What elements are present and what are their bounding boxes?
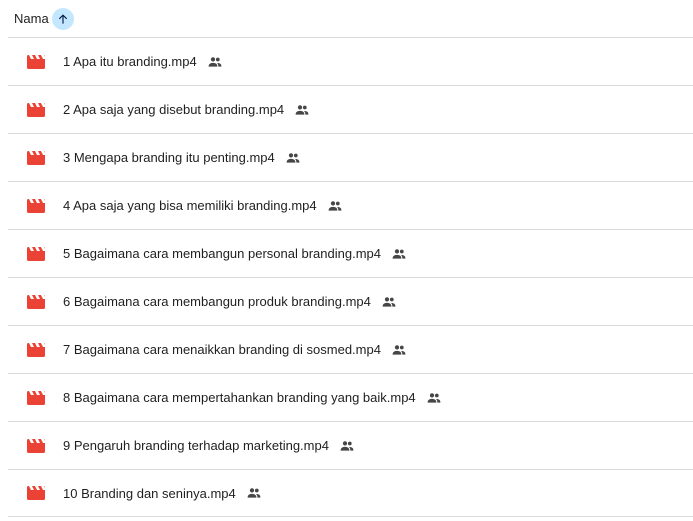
file-name[interactable]: 9 Pengaruh branding terhadap marketing.m… bbox=[63, 438, 329, 453]
file-name[interactable]: 1 Apa itu branding.mp4 bbox=[63, 54, 197, 69]
file-name[interactable]: 3 Mengapa branding itu penting.mp4 bbox=[63, 150, 275, 165]
file-row[interactable]: 7 Bagaimana cara menaikkan branding di s… bbox=[8, 325, 693, 373]
file-name[interactable]: 8 Bagaimana cara mempertahankan branding… bbox=[63, 390, 416, 405]
video-file-icon bbox=[27, 150, 45, 165]
file-row[interactable]: 10 Branding dan seninya.mp4 bbox=[8, 469, 693, 517]
video-file-icon bbox=[27, 246, 45, 261]
people-icon bbox=[426, 390, 442, 406]
people-icon bbox=[327, 198, 343, 214]
file-name[interactable]: 2 Apa saja yang disebut branding.mp4 bbox=[63, 102, 284, 117]
file-name[interactable]: 6 Bagaimana cara membangun produk brandi… bbox=[63, 294, 371, 309]
people-icon bbox=[391, 342, 407, 358]
file-list: 1 Apa itu branding.mp4 2 Apa saja yang di… bbox=[0, 37, 693, 517]
video-file-icon bbox=[27, 390, 45, 405]
people-icon bbox=[391, 246, 407, 262]
arrow-up-icon bbox=[58, 13, 67, 24]
people-icon bbox=[207, 54, 223, 70]
file-row[interactable]: 4 Apa saja yang bisa memiliki branding.m… bbox=[8, 181, 693, 229]
file-name[interactable]: 10 Branding dan seninya.mp4 bbox=[63, 486, 236, 501]
file-name[interactable]: 7 Bagaimana cara menaikkan branding di s… bbox=[63, 342, 381, 357]
file-row[interactable]: 2 Apa saja yang disebut branding.mp4 bbox=[8, 85, 693, 133]
video-file-icon bbox=[27, 438, 45, 453]
file-row[interactable]: 3 Mengapa branding itu penting.mp4 bbox=[8, 133, 693, 181]
video-file-icon bbox=[27, 294, 45, 309]
file-row[interactable]: 5 Bagaimana cara membangun personal bran… bbox=[8, 229, 693, 277]
file-row[interactable]: 8 Bagaimana cara mempertahankan branding… bbox=[8, 373, 693, 421]
video-file-icon bbox=[27, 198, 45, 213]
sort-ascending-button[interactable] bbox=[51, 7, 74, 30]
video-file-icon bbox=[27, 102, 45, 117]
file-row[interactable]: 1 Apa itu branding.mp4 bbox=[8, 37, 693, 85]
name-column-header[interactable]: Nama bbox=[14, 11, 49, 26]
file-list-header: Nama bbox=[0, 0, 693, 37]
people-icon bbox=[381, 294, 397, 310]
file-name[interactable]: 5 Bagaimana cara membangun personal bran… bbox=[63, 246, 381, 261]
people-icon bbox=[246, 485, 262, 501]
people-icon bbox=[339, 438, 355, 454]
file-row[interactable]: 6 Bagaimana cara membangun produk brandi… bbox=[8, 277, 693, 325]
people-icon bbox=[294, 102, 310, 118]
video-file-icon bbox=[27, 486, 45, 500]
video-file-icon bbox=[27, 54, 45, 69]
video-file-icon bbox=[27, 342, 45, 357]
people-icon bbox=[285, 150, 301, 166]
file-name[interactable]: 4 Apa saja yang bisa memiliki branding.m… bbox=[63, 198, 317, 213]
file-row[interactable]: 9 Pengaruh branding terhadap marketing.m… bbox=[8, 421, 693, 469]
